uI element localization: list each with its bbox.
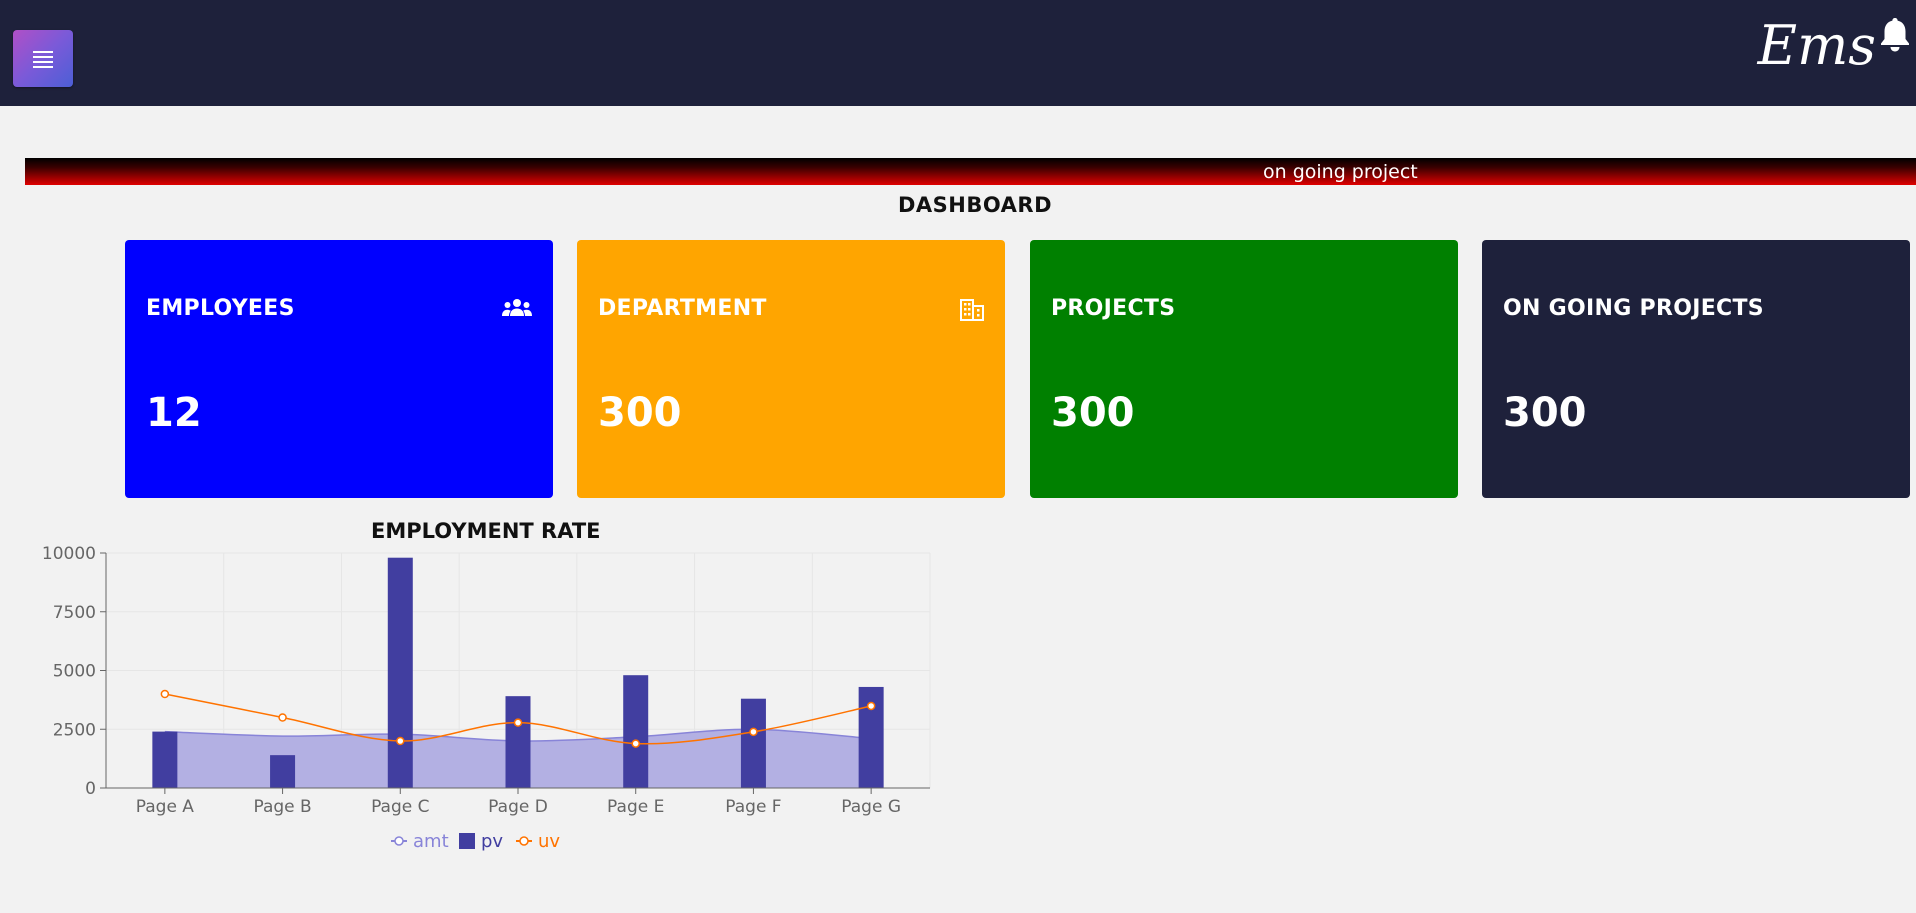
employment-rate-chart: 0 2500 5000 7500 10000 Page A Page B Page C Page… bbox=[42, 544, 931, 852]
legend-item-pv: pv bbox=[459, 831, 503, 852]
pv-bar bbox=[623, 675, 649, 788]
legend-item-amt: amt bbox=[391, 831, 449, 852]
x-tick-label: Page B bbox=[253, 797, 311, 817]
card-value: 300 bbox=[1051, 390, 1135, 436]
pv-bar bbox=[740, 698, 766, 788]
card-value: 300 bbox=[1503, 390, 1587, 436]
card-label: PROJECTS bbox=[1051, 296, 1176, 321]
hamburger-menu-icon bbox=[33, 50, 53, 68]
x-tick-label: Page F bbox=[725, 797, 781, 817]
card-label: ON GOING PROJECTS bbox=[1503, 296, 1764, 321]
marquee-text: on going project bbox=[1263, 161, 1418, 183]
card-value: 12 bbox=[146, 390, 202, 436]
bell-icon[interactable] bbox=[1878, 16, 1912, 52]
department-card[interactable]: DEPARTMENT 300 bbox=[577, 240, 1005, 498]
legend-label: amt bbox=[413, 831, 449, 852]
y-tick-label: 7500 bbox=[53, 603, 96, 623]
pv-bar bbox=[505, 696, 531, 788]
employees-card[interactable]: EMPLOYEES 12 bbox=[125, 240, 553, 498]
y-tick-label: 0 bbox=[85, 779, 96, 799]
x-tick-label: Page A bbox=[136, 797, 195, 817]
pv-bar bbox=[387, 557, 413, 788]
ongoing-projects-card[interactable]: ON GOING PROJECTS 300 bbox=[1482, 240, 1910, 498]
uv-point bbox=[160, 689, 170, 699]
top-navbar: Ems bbox=[0, 0, 1916, 106]
card-label: DEPARTMENT bbox=[598, 296, 767, 321]
legend-marker bbox=[519, 836, 529, 846]
uv-point bbox=[631, 739, 640, 748]
x-tick-label: Page D bbox=[488, 797, 548, 817]
pv-bar bbox=[152, 731, 178, 788]
menu-toggle-button[interactable] bbox=[13, 30, 73, 87]
legend-marker bbox=[394, 836, 404, 846]
x-tick-label: Page G bbox=[841, 797, 901, 817]
card-value: 300 bbox=[598, 390, 682, 436]
legend-swatch bbox=[459, 833, 475, 849]
uv-point bbox=[866, 701, 876, 711]
pv-bar bbox=[270, 755, 296, 788]
uv-point bbox=[278, 713, 287, 722]
x-tick-label: Page E bbox=[607, 797, 664, 817]
legend-label: pv bbox=[481, 831, 503, 852]
page-title: DASHBOARD bbox=[897, 193, 1053, 217]
y-tick-label: 5000 bbox=[53, 662, 96, 682]
ongoing-project-marquee: on going project bbox=[25, 158, 1916, 185]
card-label: EMPLOYEES bbox=[146, 296, 295, 321]
x-tick-label: Page C bbox=[371, 797, 429, 817]
legend-label: uv bbox=[538, 831, 560, 852]
y-tick-label: 10000 bbox=[42, 544, 96, 564]
legend-item-uv: uv bbox=[516, 831, 560, 852]
y-tick-label: 2500 bbox=[53, 720, 96, 740]
building-icon bbox=[960, 299, 984, 321]
users-icon bbox=[502, 299, 532, 316]
uv-point bbox=[749, 727, 758, 737]
uv-point bbox=[513, 718, 523, 727]
brand-logo[interactable]: Ems bbox=[1758, 12, 1876, 80]
uv-point bbox=[396, 736, 405, 746]
projects-card[interactable]: PROJECTS 300 bbox=[1030, 240, 1458, 498]
